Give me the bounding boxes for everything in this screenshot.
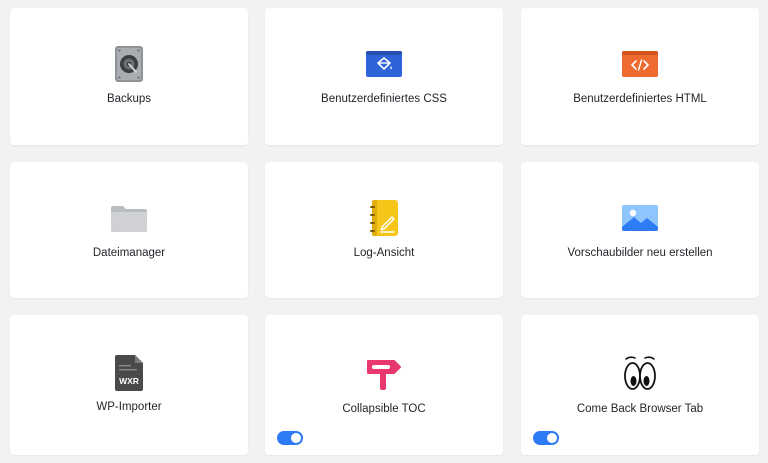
card-wp-importer[interactable]: WXR WP-Importer [10,315,248,455]
card-label: Backups [106,93,152,105]
card-regenerate-thumbnails[interactable]: Vorschaubilder neu erstellen [521,162,759,298]
wxr-file-icon: WXR [109,353,149,393]
card-file-manager[interactable]: Dateimanager [10,162,248,298]
wxr-label: WXR [119,376,139,386]
card-custom-html[interactable]: Benutzerdefiniertes HTML [521,8,759,145]
card-log-view[interactable]: Log-Ansicht [265,162,503,298]
folder-icon [109,198,149,238]
signpost-icon [364,353,404,393]
card-label: Come Back Browser Tab [576,403,704,415]
toggle-knob [291,433,301,443]
card-backups[interactable]: Backups [10,8,248,145]
code-window-icon [620,44,660,84]
toggle-knob [547,433,557,443]
card-label: Benutzerdefiniertes HTML [573,93,707,105]
card-label: Benutzerdefiniertes CSS [321,93,447,105]
card-label: WP-Importer [96,401,162,413]
card-label: Collapsible TOC [342,403,426,415]
card-custom-css[interactable]: Benutzerdefiniertes CSS [265,8,503,145]
card-come-back-browser-tab[interactable]: Come Back Browser Tab [521,315,759,455]
hard-drive-icon [109,44,149,84]
card-collapsible-toc[interactable]: Collapsible TOC [265,315,503,455]
image-icon [620,198,660,238]
notebook-icon [364,198,404,238]
enable-toggle[interactable] [277,431,303,445]
tools-grid: Backups Benutzerdefiniertes CSS Benutzer [10,8,760,455]
card-label: Log-Ansicht [353,247,415,259]
eyes-icon [620,353,660,393]
enable-toggle[interactable] [533,431,559,445]
card-label: Dateimanager [92,247,166,259]
card-label: Vorschaubilder neu erstellen [567,247,713,259]
paint-bucket-icon [364,44,404,84]
